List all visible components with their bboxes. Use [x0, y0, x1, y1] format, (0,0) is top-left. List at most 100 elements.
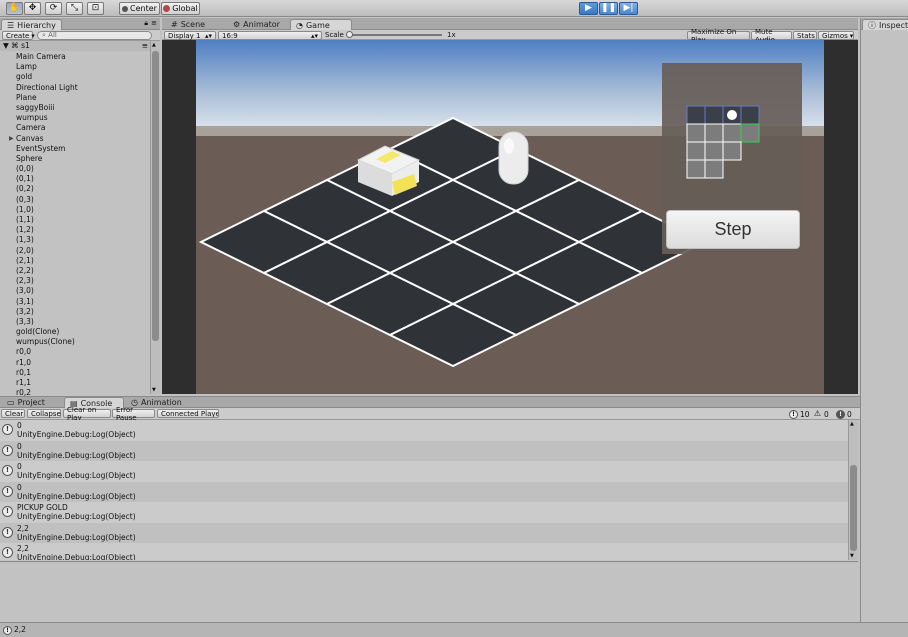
console-log-entry[interactable]: ! PICKUP GOLD UnityEngine.Debug:Log(Object… — [0, 502, 848, 523]
panel-menu-icon[interactable]: ≡ — [151, 19, 157, 27]
stats-toggle[interactable]: Stats — [793, 31, 817, 40]
gizmos-dropdown[interactable]: Gizmos ▾ — [818, 31, 854, 40]
game-viewport[interactable]: Step — [196, 40, 824, 394]
collapse-toggle[interactable]: Collapse — [27, 409, 61, 418]
console-log-entry[interactable]: ! 0 UnityEngine.Debug:Log(Object) — [0, 481, 848, 502]
tab-game[interactable]: ◔ Game — [290, 19, 352, 30]
console-detail-area — [0, 562, 858, 622]
hierarchy-item[interactable]: r1,1 — [0, 378, 150, 388]
space-toggle[interactable]: Global — [161, 2, 200, 15]
hierarchy-item-label: (1,0) — [16, 204, 34, 214]
lock-icon[interactable]: 🔒︎ — [144, 19, 148, 28]
scene-menu-icon[interactable]: ≡ — [142, 41, 148, 51]
hierarchy-item[interactable]: wumpus — [0, 113, 150, 123]
hierarchy-item[interactable]: (3,1) — [0, 297, 150, 307]
hierarchy-item[interactable]: (1,3) — [0, 235, 150, 245]
hierarchy-item[interactable]: (1,2) — [0, 225, 150, 235]
rotate-tool-button[interactable]: ⟳ — [45, 2, 62, 15]
hierarchy-item[interactable]: gold — [0, 72, 150, 82]
log-count-toggle[interactable]: ! 10 — [789, 409, 810, 419]
hierarchy-item[interactable]: Plane — [0, 93, 150, 103]
error-count-toggle[interactable]: ! 0 — [836, 409, 852, 419]
hierarchy-item[interactable]: r0,0 — [0, 347, 150, 357]
info-icon: ! — [2, 485, 13, 497]
hierarchy-item[interactable]: Sphere — [0, 154, 150, 164]
console-scroll-thumb[interactable] — [850, 465, 857, 551]
console-log-entry[interactable]: ! 2,2 UnityEngine.Debug:Log(Object) — [0, 543, 848, 560]
maximize-on-play-toggle[interactable]: Maximize On Play — [687, 28, 750, 44]
scroll-up-icon[interactable]: ▲ — [152, 42, 156, 48]
hierarchy-item[interactable]: Camera — [0, 123, 150, 133]
hierarchy-item-label: (3,3) — [16, 316, 34, 326]
console-scrollbar[interactable]: ▲ ▼ — [848, 420, 858, 560]
scroll-down-icon[interactable]: ▼ — [152, 387, 156, 393]
tab-scene[interactable]: # Scene — [166, 19, 210, 30]
warning-count-toggle[interactable]: ⚠ 0 — [813, 409, 829, 419]
hierarchy-item[interactable]: (3,3) — [0, 317, 150, 327]
scene-root-row[interactable]: ▼ ⌘ s1 ≡ — [0, 41, 150, 51]
expand-arrow-icon[interactable]: ▶ — [9, 134, 14, 144]
scale-slider[interactable] — [346, 31, 442, 38]
hierarchy-item-label: (0,3) — [16, 194, 34, 204]
hierarchy-item[interactable]: Directional Light — [0, 83, 150, 93]
console-log-entry[interactable]: ! 2,2 UnityEngine.Debug:Log(Object) — [0, 522, 848, 543]
collapse-label: Collapse — [31, 409, 61, 418]
log-stacktrace: UnityEngine.Debug:Log(Object) — [17, 430, 136, 439]
hierarchy-item[interactable]: (2,2) — [0, 266, 150, 276]
aspect-dropdown[interactable]: 16:9 ▴▾ — [218, 31, 322, 40]
step-frame-button[interactable]: ▶| — [619, 2, 638, 15]
hierarchy-item[interactable]: (1,0) — [0, 205, 150, 215]
console-log-entry[interactable]: ! 0 UnityEngine.Debug:Log(Object) — [0, 461, 848, 482]
tab-hierarchy[interactable]: ☰ Hierarchy — [1, 19, 62, 30]
hierarchy-search-input[interactable]: ⌕ All — [37, 31, 152, 40]
hierarchy-item[interactable]: (1,1) — [0, 215, 150, 225]
tab-inspector[interactable]: ⓘ Inspector — [862, 19, 908, 30]
hierarchy-item[interactable]: (2,0) — [0, 246, 150, 256]
aspect-label: 16:9 — [222, 31, 238, 40]
hierarchy-item[interactable]: r0,1 — [0, 368, 150, 378]
console-log-entry[interactable]: ! 0 UnityEngine.Debug:Log(Object) — [0, 420, 848, 441]
hierarchy-scrollbar[interactable]: ▲ ▼ — [150, 41, 160, 394]
clear-button[interactable]: Clear — [1, 409, 25, 418]
pause-button[interactable]: ❚❚ — [599, 2, 618, 15]
scroll-down-icon[interactable]: ▼ — [850, 553, 854, 559]
clear-on-play-toggle[interactable]: Clear on Play — [63, 406, 111, 422]
connected-player-dropdown[interactable]: Connected Player▾ — [157, 409, 219, 418]
unity-scene-icon: ⌘ — [11, 41, 19, 50]
scale-tool-button[interactable]: ⤡ — [66, 2, 83, 15]
play-button[interactable]: ▶ — [579, 2, 598, 15]
pivot-toggle[interactable]: Center — [119, 2, 160, 15]
status-bar[interactable]: ! 2,2 — [0, 622, 908, 637]
hierarchy-item[interactable]: Lamp — [0, 62, 150, 72]
display-dropdown[interactable]: Display 1 ▴▾ — [164, 31, 216, 40]
tab-project[interactable]: ▭ Project — [2, 397, 50, 408]
hierarchy-item[interactable]: EventSystem — [0, 144, 150, 154]
info-icon: ! — [2, 547, 13, 558]
hand-tool-button[interactable]: ✋ — [6, 2, 23, 15]
hierarchy-item[interactable]: gold(Clone) — [0, 327, 150, 337]
create-dropdown[interactable]: Create ▾ — [2, 31, 35, 40]
console-log-entry[interactable]: ! 0 UnityEngine.Debug:Log(Object) — [0, 440, 848, 461]
mute-audio-toggle[interactable]: Mute Audio — [751, 28, 792, 44]
hierarchy-item[interactable]: wumpus(Clone) — [0, 337, 150, 347]
hierarchy-item[interactable]: (3,2) — [0, 307, 150, 317]
hierarchy-item[interactable]: (2,1) — [0, 256, 150, 266]
error-pause-toggle[interactable]: Error Pause — [112, 406, 155, 422]
hierarchy-item[interactable]: (0,3) — [0, 195, 150, 205]
rect-tool-button[interactable]: ⊡ — [87, 2, 104, 15]
hierarchy-item[interactable]: saggyBoiii — [0, 103, 150, 113]
hierarchy-item[interactable]: (0,0) — [0, 164, 150, 174]
hierarchy-item[interactable]: ▶ Canvas — [0, 134, 150, 144]
scroll-up-icon[interactable]: ▲ — [850, 421, 854, 427]
hierarchy-item[interactable]: r1,0 — [0, 358, 150, 368]
hierarchy-scroll-thumb[interactable] — [152, 51, 159, 341]
move-tool-button[interactable]: ✥ — [24, 2, 41, 15]
tab-animator[interactable]: ⚙ Animator — [228, 19, 285, 30]
hierarchy-item[interactable]: (2,3) — [0, 276, 150, 286]
step-button[interactable]: Step — [666, 210, 800, 249]
hierarchy-item[interactable]: (3,0) — [0, 286, 150, 296]
scale-slider-handle[interactable] — [346, 31, 353, 38]
hierarchy-item[interactable]: Main Camera — [0, 52, 150, 62]
hierarchy-item[interactable]: (0,2) — [0, 184, 150, 194]
hierarchy-item[interactable]: (0,1) — [0, 174, 150, 184]
